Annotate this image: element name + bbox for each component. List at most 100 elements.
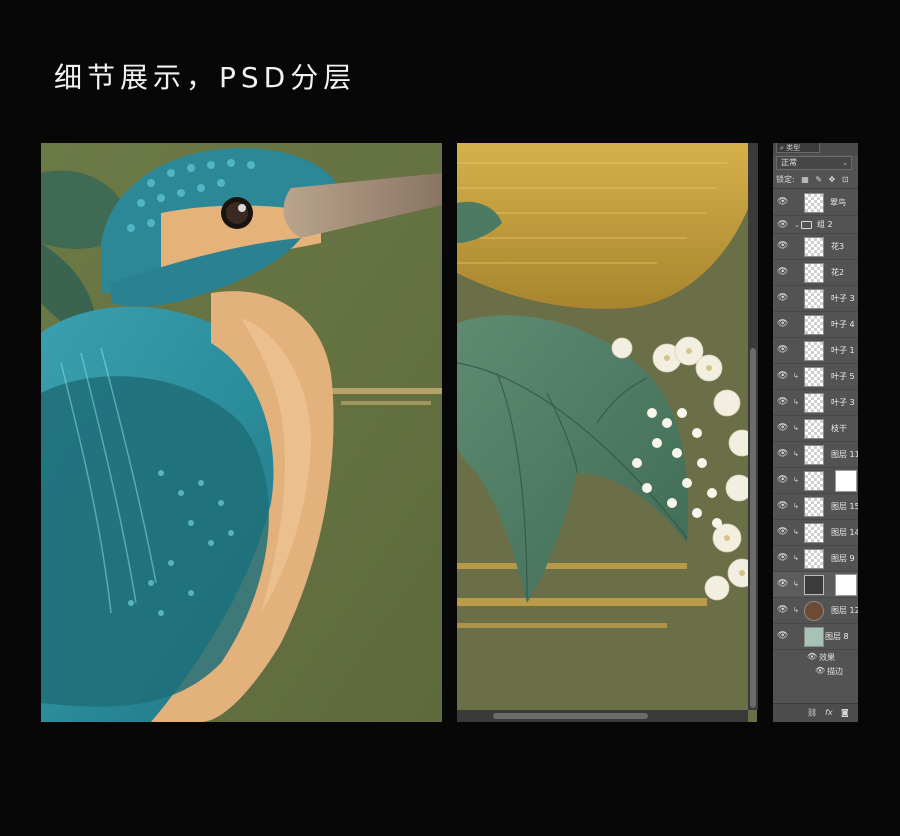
blend-mode-select[interactable]: 正常 ⌄ bbox=[776, 156, 852, 170]
clipping-mask-icon: ↳ bbox=[793, 502, 799, 510]
layer-row[interactable]: 👁 ↳ 枝干 bbox=[773, 416, 858, 442]
visibility-eye-icon[interactable]: 👁 bbox=[777, 606, 789, 615]
clipping-mask-icon: ↳ bbox=[793, 554, 799, 562]
visibility-eye-icon[interactable]: 👁 bbox=[777, 346, 789, 355]
visibility-eye-icon[interactable]: 👁 bbox=[777, 320, 789, 329]
lock-label: 锁定: bbox=[776, 175, 795, 184]
layer-thumbnail bbox=[804, 471, 824, 491]
horizontal-scroll-thumb[interactable] bbox=[493, 713, 648, 719]
layer-row[interactable]: 👁 花2 bbox=[773, 260, 858, 286]
layer-name: 图层 9 bbox=[831, 554, 855, 563]
layer-thumbnail bbox=[804, 497, 824, 517]
layer-thumbnail bbox=[804, 445, 824, 465]
lock-row: 锁定: ▦ ✎ ✥ ⊡ bbox=[776, 173, 858, 186]
layer-name: 图层 11 bbox=[831, 450, 858, 459]
layer-row[interactable]: 👁 叶子 3 bbox=[773, 286, 858, 312]
layer-row[interactable]: 👁 ↳ 图层 12 bbox=[773, 598, 858, 624]
layer-row[interactable]: 👁 ↳ 叶子 5 bbox=[773, 364, 858, 390]
page-title: 细节展示，PSD分层 bbox=[54, 61, 357, 94]
layer-mask-thumbnail[interactable] bbox=[835, 574, 857, 596]
layer-row[interactable]: 👁 图层 8 bbox=[773, 624, 858, 650]
visibility-eye-icon[interactable]: 👁 bbox=[807, 652, 817, 661]
visibility-eye-icon[interactable]: 👁 bbox=[777, 294, 789, 303]
layer-name: 翠鸟 bbox=[830, 198, 846, 207]
layer-row[interactable]: 👁 ↳ 叶子 3 bbox=[773, 390, 858, 416]
visibility-eye-icon[interactable]: 👁 bbox=[777, 632, 789, 641]
layer-row[interactable]: 👁 ↳ 图层 14 bbox=[773, 520, 858, 546]
visibility-eye-icon[interactable]: 👁 bbox=[777, 268, 789, 277]
psd-canvas-view[interactable] bbox=[457, 143, 757, 722]
visibility-eye-icon[interactable]: 👁 bbox=[777, 580, 789, 589]
search-icon: ⌕ bbox=[780, 144, 784, 152]
layer-name: 图层 12 bbox=[831, 606, 858, 615]
kingfisher-detail-image bbox=[41, 143, 442, 722]
visibility-eye-icon[interactable]: 👁 bbox=[777, 424, 789, 433]
layer-row[interactable]: 👁 叶子 4 bbox=[773, 312, 858, 338]
stroke-effect-row[interactable]: 👁 描边 bbox=[773, 666, 858, 680]
layer-thumbnail bbox=[804, 289, 824, 309]
layer-thumbnail bbox=[804, 237, 824, 257]
effects-row[interactable]: 👁 效果 bbox=[773, 652, 858, 666]
layer-name: 图层 8 bbox=[825, 632, 849, 641]
vertical-scrollbar[interactable] bbox=[748, 143, 758, 710]
adjustment-icon bbox=[804, 575, 824, 595]
visibility-eye-icon[interactable]: 👁 bbox=[777, 554, 789, 563]
layer-thumbnail bbox=[804, 419, 824, 439]
layer-name: 叶子 5 bbox=[831, 372, 855, 381]
visibility-eye-icon[interactable]: 👁 bbox=[777, 502, 789, 511]
visibility-eye-icon[interactable]: 👁 bbox=[777, 242, 789, 251]
layer-thumbnail bbox=[804, 193, 824, 213]
layer-row-adjustment[interactable]: 👁 ↳ bbox=[773, 572, 858, 598]
layer-thumbnail bbox=[804, 263, 824, 283]
layer-filter-dropdown[interactable]: ⌕ 类型 bbox=[776, 143, 820, 153]
visibility-eye-icon[interactable]: 👁 bbox=[777, 398, 789, 407]
lock-pixels-icon[interactable]: ✎ bbox=[815, 175, 822, 184]
clipping-mask-icon: ↳ bbox=[793, 606, 799, 614]
filter-kind-label: 类型 bbox=[786, 144, 801, 152]
visibility-eye-icon[interactable]: 👁 bbox=[777, 221, 789, 230]
lock-transparent-icon[interactable]: ▦ bbox=[801, 175, 809, 184]
visibility-eye-icon[interactable]: 👁 bbox=[777, 372, 789, 381]
layer-mask-thumbnail[interactable] bbox=[835, 470, 857, 492]
layer-row[interactable]: 👁 ↳ 图层 9 bbox=[773, 546, 858, 572]
visibility-eye-icon[interactable]: 👁 bbox=[777, 198, 789, 207]
layer-row-kingfisher[interactable]: 👁 翠鸟 bbox=[773, 190, 858, 216]
layer-name: 花2 bbox=[831, 268, 845, 277]
clipping-mask-icon: ↳ bbox=[793, 580, 799, 588]
mask-icon[interactable]: ◙ bbox=[841, 704, 849, 722]
clipping-mask-icon: ↳ bbox=[793, 424, 799, 432]
flower-illustration bbox=[457, 143, 757, 722]
visibility-eye-icon[interactable]: 👁 bbox=[777, 476, 789, 485]
visibility-eye-icon[interactable]: 👁 bbox=[777, 528, 789, 537]
layer-name: 图层 14 bbox=[831, 528, 858, 537]
lock-artboard-icon[interactable]: ⊡ bbox=[842, 175, 849, 184]
layer-name: 叶子 4 bbox=[831, 320, 855, 329]
layer-name: 枝干 bbox=[831, 424, 847, 433]
link-icon[interactable]: ⛓ bbox=[807, 704, 817, 722]
clipping-mask-icon: ↳ bbox=[793, 372, 799, 380]
layer-thumbnail bbox=[804, 393, 824, 413]
blend-mode-value: 正常 bbox=[781, 158, 797, 167]
layer-name: 叶子 3 bbox=[831, 398, 855, 407]
visibility-eye-icon[interactable]: 👁 bbox=[815, 666, 825, 675]
lock-position-icon[interactable]: ✥ bbox=[829, 175, 836, 184]
layer-group-2[interactable]: 👁 ⌄ 组 2 bbox=[773, 216, 858, 234]
layer-name: 图层 15 bbox=[831, 502, 858, 511]
layer-row-masked[interactable]: 👁 ↳ bbox=[773, 468, 858, 494]
visibility-eye-icon[interactable]: 👁 bbox=[777, 450, 789, 459]
clipping-mask-icon: ↳ bbox=[793, 398, 799, 406]
clipping-mask-icon: ↳ bbox=[793, 528, 799, 536]
layer-row[interactable]: 👁 花3 bbox=[773, 234, 858, 260]
fx-icon[interactable]: fx bbox=[825, 704, 833, 722]
layer-row[interactable]: 👁 叶子 1 bbox=[773, 338, 858, 364]
layer-row[interactable]: 👁 ↳ 图层 15 bbox=[773, 494, 858, 520]
layer-thumbnail bbox=[804, 341, 824, 361]
layer-name: 叶子 1 bbox=[831, 346, 855, 355]
clipping-mask-icon: ↳ bbox=[793, 450, 799, 458]
layer-row[interactable]: 👁 ↳ 图层 11 bbox=[773, 442, 858, 468]
chevron-down-icon[interactable]: ⌄ bbox=[794, 221, 800, 229]
horizontal-scrollbar[interactable] bbox=[457, 710, 748, 722]
layer-thumbnail bbox=[804, 315, 824, 335]
vertical-scroll-thumb[interactable] bbox=[750, 348, 756, 708]
chevron-down-icon: ⌄ bbox=[842, 159, 848, 167]
